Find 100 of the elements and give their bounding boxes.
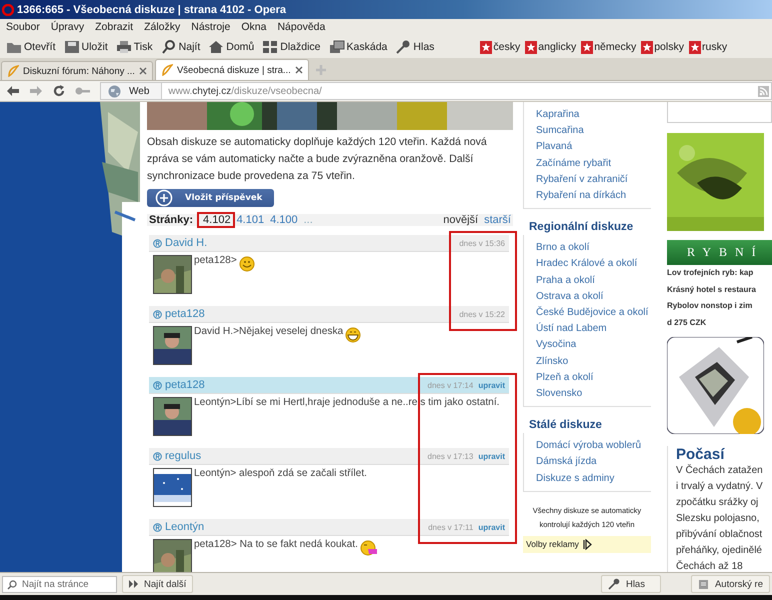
- star-icon: [581, 40, 594, 54]
- toolbar-button[interactable]: Hlas: [393, 39, 436, 55]
- microphone-icon: [608, 578, 620, 590]
- sidebar-link[interactable]: Plzeň a okolí: [536, 370, 651, 386]
- sidebar-link[interactable]: Kaprařina: [536, 107, 651, 124]
- toolbar-button[interactable]: Otevřít: [4, 39, 58, 55]
- annotation-frame: [197, 212, 235, 228]
- voice-button[interactable]: Hlas: [600, 575, 661, 593]
- ad-link[interactable]: Krásný hotel s restaura: [667, 282, 772, 298]
- menu-item[interactable]: Nástroje: [191, 21, 230, 36]
- home-icon: [208, 39, 224, 55]
- sidebar-link[interactable]: Rybaření na dírkách: [536, 188, 651, 204]
- menu-item[interactable]: Zobrazit: [95, 21, 134, 36]
- browser-tab[interactable]: Všeobecná diskuze | stra...: [154, 59, 309, 80]
- page-link[interactable]: 4.100: [270, 214, 298, 226]
- ad-banner[interactable]: RYBNÍ: [667, 240, 772, 265]
- sidebar-link[interactable]: Dámská jízda: [536, 454, 651, 471]
- windows-icon: [328, 39, 345, 55]
- toolbar-button[interactable]: Kaskáda: [326, 39, 390, 55]
- microphone-icon: [395, 39, 412, 55]
- site-label: Web: [129, 86, 150, 96]
- back-icon[interactable]: [6, 85, 20, 97]
- page-icon: [7, 65, 19, 77]
- opera-icon: [2, 4, 14, 16]
- registered-icon: [153, 522, 162, 532]
- browser-tab[interactable]: Diskuzní fórum: Náhony ...: [1, 61, 153, 80]
- info-text: Obsah diskuze se automaticky doplňuje každých 120 vteřin. Každá nová zpráva se vám automaticky načte a bude zvýrazněna oranžově. Další synchronizace bude provedena za 75 vteřin.: [147, 135, 488, 184]
- post-time: dnes v 15:22: [459, 310, 505, 318]
- page-icon: [160, 64, 173, 76]
- weather-text: přibývání oblačnost: [676, 528, 764, 542]
- tiles-icon: [262, 39, 278, 55]
- reload-icon[interactable]: [52, 84, 66, 98]
- close-icon[interactable]: [294, 66, 303, 74]
- close-icon[interactable]: [138, 67, 147, 75]
- sidebar-link[interactable]: Rybaření v zahraničí: [536, 172, 651, 188]
- plus-circle-icon: [155, 189, 173, 207]
- url-text: www.chytej.cz/diskuze/vseobecna/: [167, 86, 323, 96]
- search-icon: [160, 39, 177, 55]
- toolbar-button[interactable]: Tisk: [114, 39, 155, 55]
- author-button[interactable]: Autorský re: [690, 575, 770, 593]
- ad-options-link[interactable]: Volby reklamy: [523, 536, 651, 553]
- ad-link[interactable]: Rybolov nonstop i zim: [667, 298, 772, 314]
- registered-icon: [153, 310, 162, 318]
- weather-text: zpočátku srážky oj: [676, 496, 760, 510]
- post-time: dnes v 15:36: [459, 238, 505, 248]
- ad-link[interactable]: Lov trofejních ryb: kap: [667, 265, 772, 282]
- weather-text: V Čechách zatažen: [676, 463, 764, 478]
- sidebar-link[interactable]: Hradec Králové a okolí: [536, 256, 651, 273]
- menu-item[interactable]: Nápověda: [277, 21, 326, 36]
- menu-item[interactable]: Úpravy: [50, 21, 84, 36]
- smiley-icon: [238, 255, 257, 272]
- add-post-button[interactable]: Vložit příspěvek: [147, 189, 274, 207]
- page-link[interactable]: 4.101: [236, 214, 264, 226]
- page-link[interactable]: 4.102: [203, 214, 231, 226]
- menu-item[interactable]: Soubor: [6, 21, 40, 36]
- find-next-button[interactable]: Najít další: [122, 575, 194, 593]
- menu-item[interactable]: Záložky: [144, 21, 180, 36]
- document-icon: [698, 578, 709, 590]
- weather-text: přeháňky, ojedinělé: [676, 544, 763, 558]
- smiley-icon: [345, 326, 364, 343]
- post-time: dnes v 17:14: [428, 380, 474, 390]
- post-text: peta128> Na to se fakt nedá koukat.: [194, 539, 358, 550]
- post-text: Leontýn>Líbí se mi Hertl,hraje jednoduše a ne..re s tim jako ostatní.: [194, 397, 500, 408]
- ad-link[interactable]: d 275 CZK: [667, 314, 772, 331]
- weather-text: Slezsku polojasno,: [676, 512, 760, 526]
- sidebar-link[interactable]: Plavaná: [536, 139, 651, 156]
- toolbar-button[interactable]: Najít: [158, 39, 202, 55]
- search-icon: [7, 580, 17, 590]
- globe-icon: [108, 84, 121, 98]
- sidebar-link[interactable]: České Budějovice a okolí: [536, 305, 651, 322]
- toolbar-button[interactable]: Uložit: [62, 39, 110, 55]
- printer-icon: [116, 39, 132, 55]
- find-field[interactable]: Najít na stránce: [2, 576, 117, 592]
- address-field[interactable]: Web www.chytej.cz/diskuze/vseobecna/: [100, 82, 772, 100]
- bookmark-button[interactable]: německy: [581, 40, 636, 54]
- sidebar-link[interactable]: Sumcařina: [536, 123, 651, 140]
- menu-item[interactable]: Okna: [241, 21, 266, 36]
- toolbar-button[interactable]: Domů: [206, 39, 256, 55]
- section-heading: Regionální diskuze: [528, 221, 634, 234]
- window-title: 1366:665 - Všeobecná diskuze | strana 4102 - Opera: [17, 4, 286, 16]
- bookmark-button[interactable]: česky: [480, 40, 520, 54]
- toolbar-button[interactable]: Dlaždice: [260, 39, 323, 55]
- section-heading: Stálé diskuze: [528, 419, 603, 432]
- sidebar-link[interactable]: Domácí výroba woblerů: [536, 438, 651, 454]
- rss-icon: [758, 86, 769, 96]
- bookmark-button[interactable]: rusky: [688, 40, 728, 54]
- sidebar-link[interactable]: Ostrava a okolí: [536, 288, 651, 306]
- older-link[interactable]: starší: [484, 214, 511, 226]
- double-arrow-icon: [129, 580, 138, 588]
- sidebar-link[interactable]: Ústí nad Labem: [536, 321, 651, 338]
- sidebar-link[interactable]: Začínáme rybařit: [536, 156, 651, 172]
- sidebar-link[interactable]: Zlínsko: [536, 354, 651, 370]
- bookmark-button[interactable]: anglicky: [525, 40, 576, 54]
- registered-icon: [153, 238, 162, 248]
- sidebar-link[interactable]: Slovensko: [536, 386, 651, 402]
- bookmark-button[interactable]: polsky: [641, 40, 684, 54]
- sidebar-link[interactable]: Vysočina: [536, 337, 651, 354]
- sidebar-link[interactable]: Brno a okolí: [536, 240, 651, 256]
- sidebar-link[interactable]: Praha a okolí: [536, 272, 651, 289]
- sidebar-link[interactable]: Diskuze s adminy: [536, 470, 651, 487]
